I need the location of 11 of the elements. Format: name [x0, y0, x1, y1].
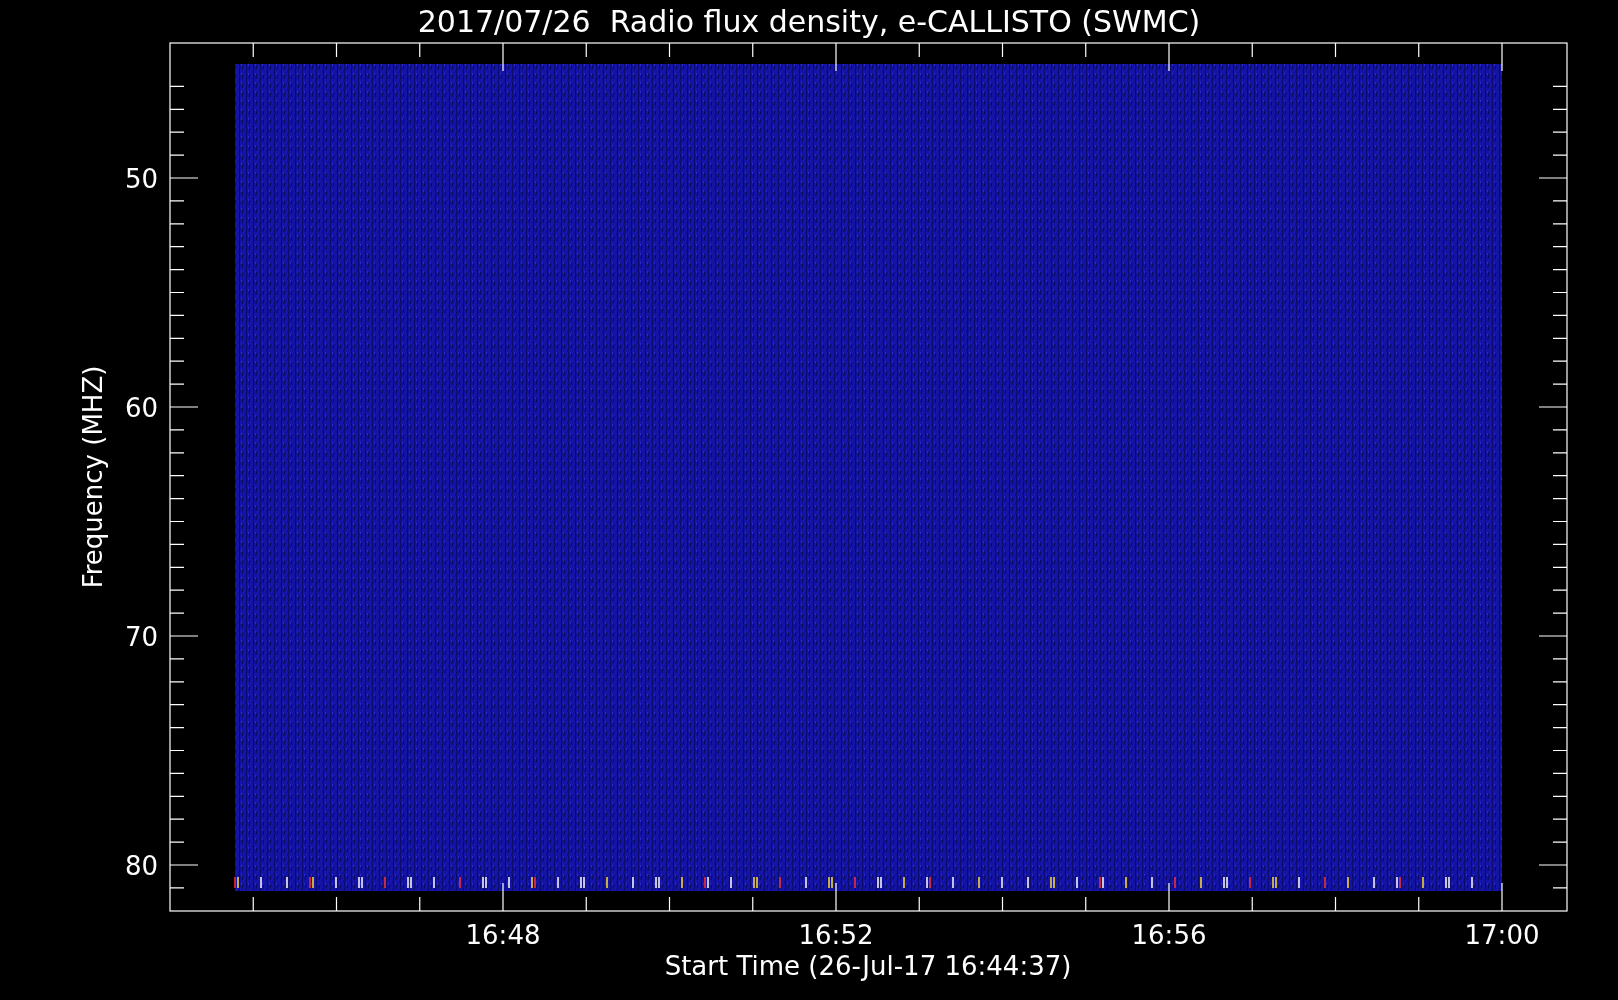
y-tick-label: 80: [124, 851, 158, 881]
y-tick-label: 70: [124, 622, 158, 652]
x-tick-label: 16:52: [798, 920, 874, 950]
y-tick-label: 50: [124, 164, 158, 194]
x-tick-label: 16:48: [465, 920, 541, 950]
chart-title: 2017/07/26 Radio flux density, e-CALLISTO (SWMC): [417, 4, 1201, 39]
y-tick-label: 60: [124, 393, 158, 423]
x-tick-label: 16:56: [1131, 920, 1207, 950]
x-tick-label: 17:00: [1464, 920, 1540, 950]
x-axis-label: Start Time (26-Jul-17 16:44:37): [664, 951, 1072, 981]
y-axis-label: Frequency (MHZ): [78, 365, 108, 589]
